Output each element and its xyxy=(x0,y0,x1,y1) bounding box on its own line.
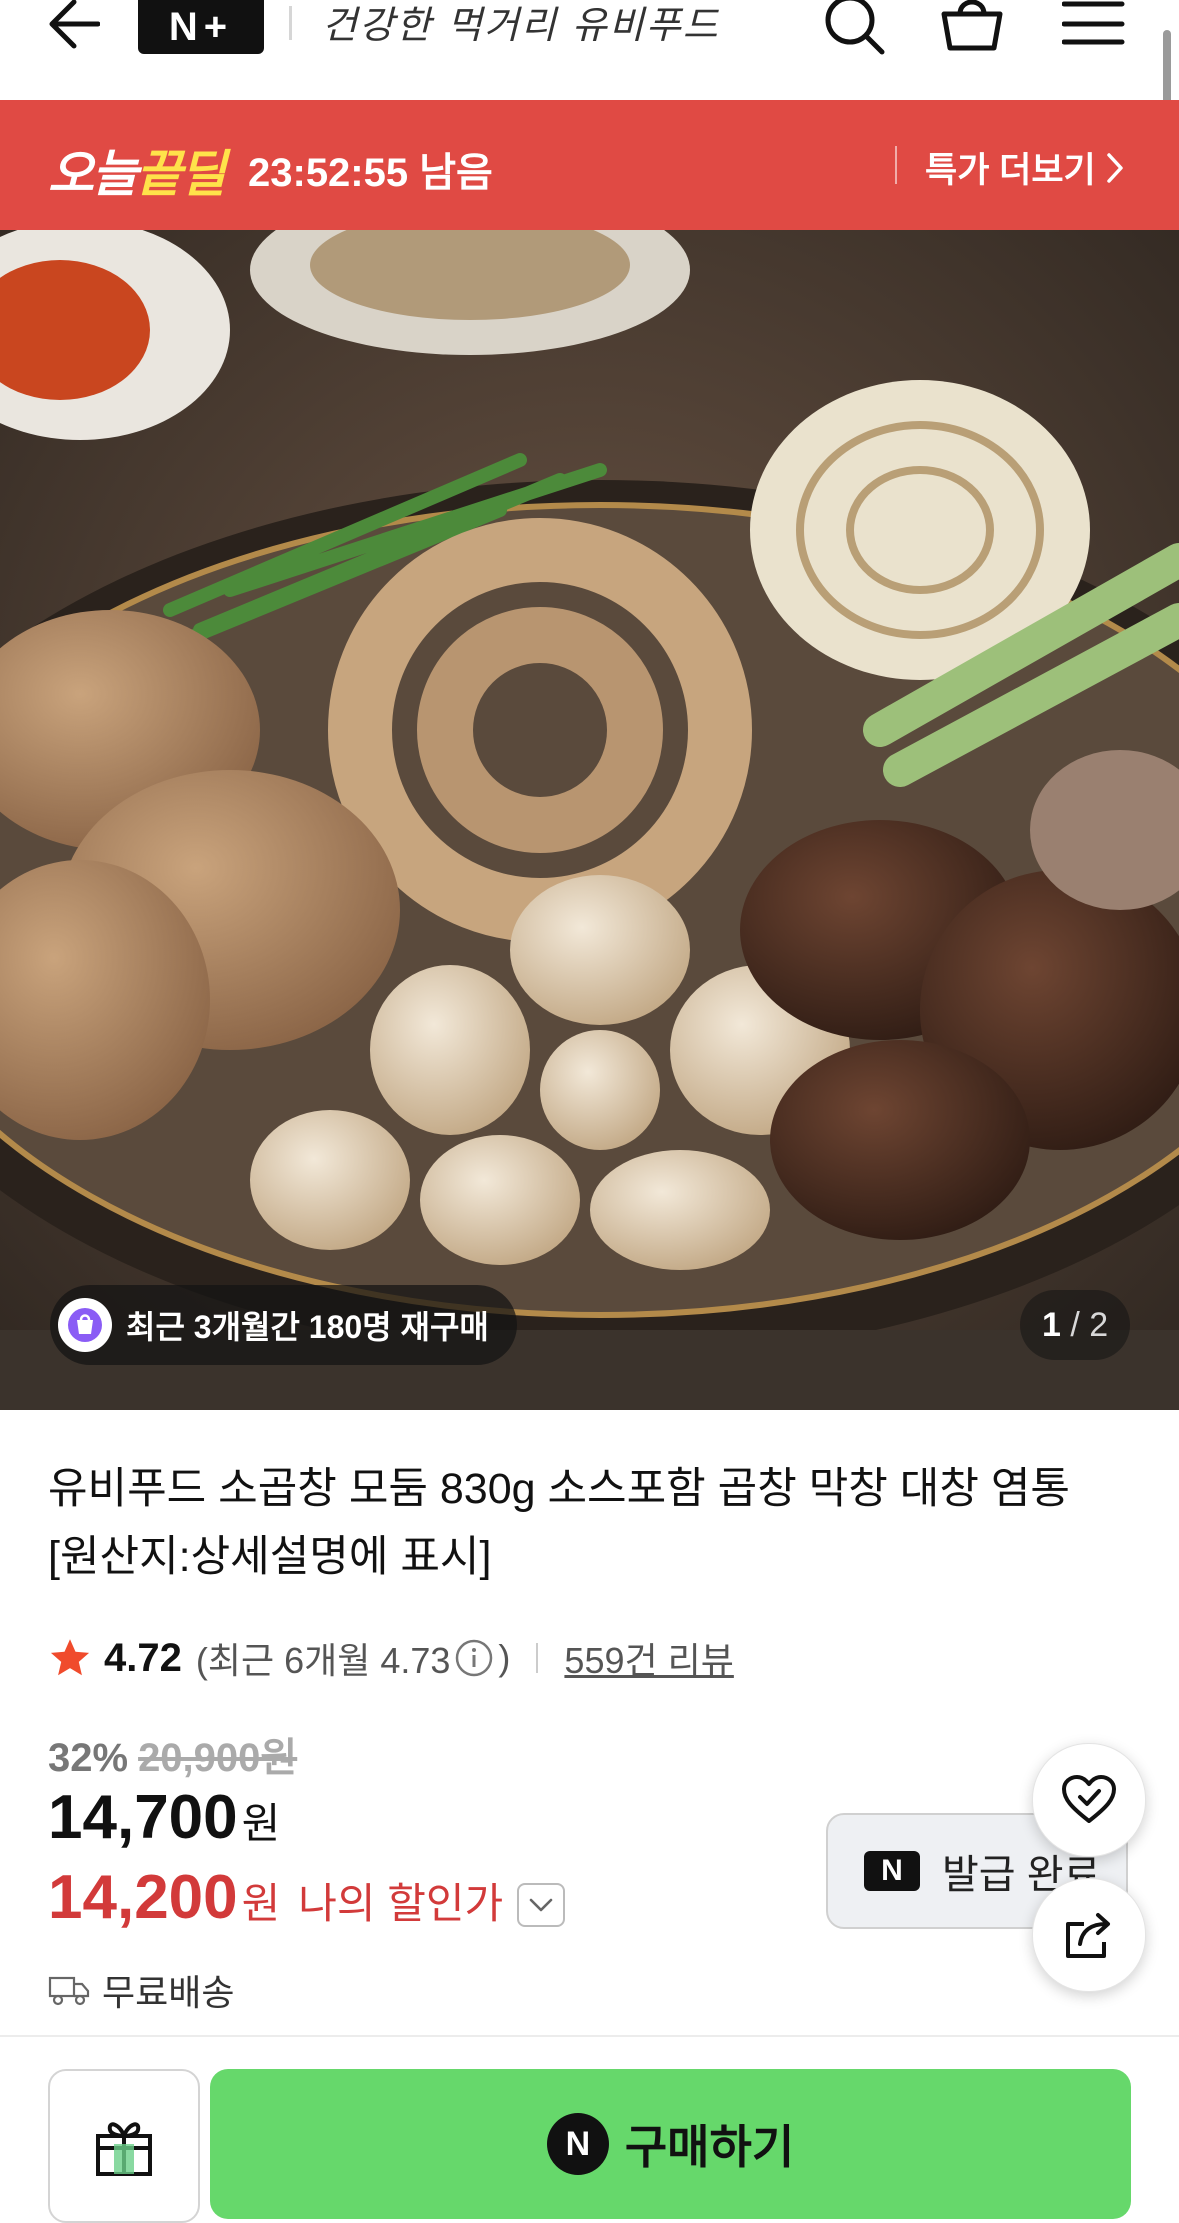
my-discount-price: 14,200 원 나의 할인가 xyxy=(48,1862,566,1933)
review-count-link[interactable]: 559건 리뷰 xyxy=(564,1632,733,1684)
wishlist-button[interactable] xyxy=(1032,1743,1146,1857)
product-image[interactable] xyxy=(0,230,1179,1410)
store-name[interactable]: 건강한 먹거리 유비푸드 xyxy=(322,0,720,49)
naver-n-badge: N xyxy=(864,1851,920,1891)
cart-icon[interactable] xyxy=(940,0,1004,60)
product-title: 유비푸드 소곱창 모둠 830g 소스포함 곱창 막창 대창 염통 [원산지:상… xyxy=(48,1465,1070,1581)
discount-row: 32% 20,900원 xyxy=(48,1725,297,1783)
menu-icon[interactable] xyxy=(1061,0,1126,60)
rating-score: 4.72 xyxy=(104,1635,182,1680)
top-header: N+ 건강한 먹거리 유비푸드 xyxy=(0,0,1179,100)
star-icon xyxy=(50,1639,90,1676)
share-button[interactable] xyxy=(1032,1878,1146,1992)
truck-icon xyxy=(48,1976,90,2006)
repurchase-badge: 최근 3개월간 180명 재구매 xyxy=(50,1285,517,1365)
share-icon xyxy=(1066,1913,1110,1958)
back-arrow-icon[interactable] xyxy=(40,0,101,60)
today-deal-logo: 오늘끝딜 xyxy=(48,146,226,202)
shopping-bag-icon xyxy=(58,1298,112,1352)
heart-check-icon xyxy=(1062,1775,1116,1823)
rating-divider xyxy=(536,1643,539,1673)
gift-icon xyxy=(96,2122,152,2176)
today-deal-bar[interactable]: 오늘끝딜 23:52:55 남음 특가 더보기 xyxy=(0,100,1179,230)
deal-divider xyxy=(895,146,897,184)
naver-plus-store-badge[interactable]: N+ xyxy=(138,0,264,54)
rating-row: 4.72 (최근 6개월 4.73 ) 559건 리뷰 xyxy=(48,1630,734,1686)
shipping-info: 무료배송 xyxy=(48,1965,234,2015)
buy-button[interactable]: N 구매하기 xyxy=(210,2069,1131,2219)
deal-countdown: 23:52:55 남음 xyxy=(248,151,493,195)
search-icon[interactable] xyxy=(822,0,886,60)
original-price: 20,900원 xyxy=(138,1736,298,1780)
chevron-down-icon[interactable] xyxy=(517,1883,566,1927)
image-pager: 1 / 2 xyxy=(1020,1290,1131,1360)
naver-pay-icon: N xyxy=(546,2113,609,2175)
bottom-action-bar: N 구매하기 xyxy=(0,2035,1179,2223)
header-divider xyxy=(289,6,292,40)
chevron-right-icon xyxy=(1106,152,1123,183)
recent-rating: (최근 6개월 4.73 ) xyxy=(195,1637,511,1681)
sale-price: 14,700원 xyxy=(48,1783,281,1852)
info-icon[interactable] xyxy=(454,1638,494,1678)
discount-rate: 32% xyxy=(48,1736,129,1780)
deal-more-link[interactable]: 특가 더보기 xyxy=(925,142,1124,193)
gift-button[interactable] xyxy=(48,2069,200,2223)
